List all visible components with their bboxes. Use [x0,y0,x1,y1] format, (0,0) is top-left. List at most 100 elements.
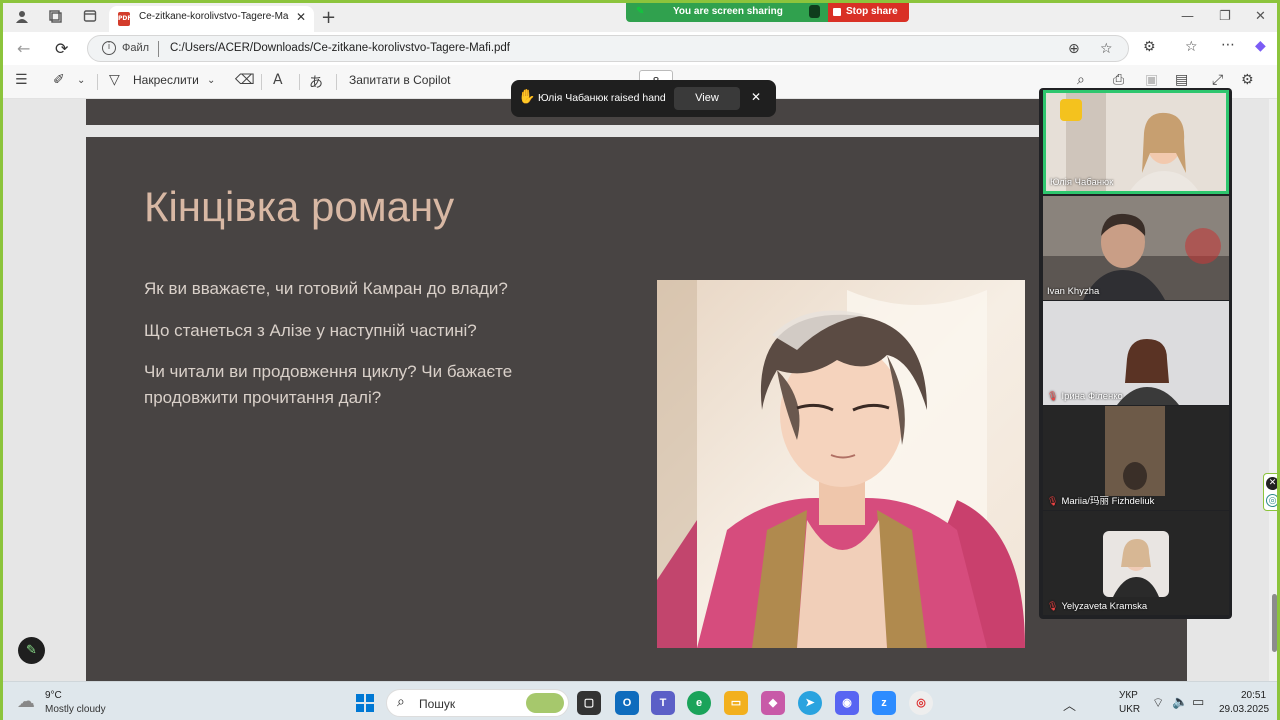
eraser-icon[interactable]: ⌫ [235,72,255,88]
participant-tile[interactable]: Ivan Khyzha [1043,196,1229,300]
participant-name-text: Yelyzaveta Kramska [1061,601,1148,612]
highlight-icon[interactable]: ✐ [53,72,65,88]
battery-icon[interactable]: ▭ [1192,695,1204,710]
view-button[interactable]: View [674,87,740,110]
participant-video [1043,196,1229,300]
clock-time[interactable]: 20:51 [1241,690,1266,701]
participant-name: 🎙 Mariia/玛丽 Fizhdeliuk [1047,493,1154,507]
close-window-icon[interactable]: ✕ [1255,9,1266,24]
side-controls: ✕ ◎ [1263,473,1277,511]
pdf-favicon-icon: PDF [118,12,131,26]
search-icon: ⌕ [397,694,405,710]
show-hidden-icons-icon[interactable]: ︿ [1063,695,1076,714]
info-icon[interactable]: i [102,41,116,55]
weather-description[interactable]: Mostly cloudy [45,704,106,715]
wifi-icon[interactable]: ⌔ [1152,695,1164,711]
print-icon[interactable]: ⎙ [1113,72,1124,88]
volume-icon[interactable]: 🔈 [1172,695,1188,710]
task-view-icon[interactable]: ▢ [577,691,601,715]
share-status-icon: ✎ [636,6,645,17]
draw-button[interactable]: Накреслити [133,73,199,87]
edge-icon[interactable]: e [687,691,711,715]
mic-off-icon: 🎙 [1047,496,1059,506]
new-tab-icon[interactable]: + [321,7,336,28]
tab-pdf[interactable]: PDF Ce-zitkane-korolivstvo-Tagere-Ma ✕ [109,6,314,32]
favorite-star-icon[interactable]: ☆ [1100,41,1113,57]
back-icon[interactable]: ← [17,39,30,58]
edit-pencil-button[interactable]: ✎ [18,637,45,664]
restore-icon[interactable]: ❐ [1219,9,1231,24]
favorites-icon[interactable]: ☆ [1185,39,1198,55]
participant-video [1043,511,1229,615]
vertical-scrollbar[interactable] [1269,99,1277,681]
fullscreen-icon[interactable]: ⤢ [1212,72,1223,88]
start-button[interactable] [356,694,374,712]
screen-share-frame: PDF Ce-zitkane-korolivstvo-Tagere-Ma ✕ +… [0,0,1280,720]
stop-share-button[interactable]: Stop share [828,3,909,22]
minimize-icon[interactable]: — [1181,9,1194,24]
discord-icon[interactable]: ◉ [835,691,859,715]
weather-temperature[interactable]: 9°C [45,690,62,701]
taskbar-search[interactable]: ⌕ Пошук [386,689,569,717]
participant-tile[interactable]: Юлія Чабанюк [1043,90,1229,194]
stop-share-label: Stop share [846,6,898,17]
refresh-icon[interactable]: ⟳ [55,39,68,58]
teams-icon[interactable]: T [651,691,675,715]
tab-title: Ce-zitkane-korolivstvo-Tagere-Ma [139,11,289,22]
language-indicator-top[interactable]: УКР [1119,690,1138,701]
close-tab-icon[interactable]: ✕ [296,10,306,24]
search-highlight-image [526,693,564,713]
outlook-icon[interactable]: O [615,691,639,715]
mic-off-icon: 🎙 [1047,391,1059,401]
scrollbar-thumb[interactable] [1272,594,1277,652]
participants-panel: Юлія Чабанюк Ivan Khyzha 🎙Ірина Філенко [1039,88,1232,619]
highlight-dropdown-icon[interactable]: ⌄ [77,75,85,86]
chrome-icon[interactable]: ◎ [909,691,933,715]
participant-tile[interactable]: 🎙 Yelyzaveta Kramska [1043,511,1229,615]
ask-copilot-button[interactable]: Запитати в Copilot [349,73,451,87]
toolbar-divider [261,74,262,90]
shield-icon [809,5,820,18]
address-bar[interactable]: i Файл C:/Users/ACER/Downloads/Ce-zitkan… [87,35,1129,62]
more-menu-icon[interactable]: ⋯ [1221,37,1235,53]
raised-hand-message: Юлія Чабанюк raised hand [538,92,666,104]
translate-icon[interactable]: あ [309,72,323,92]
telegram-icon[interactable]: ➤ [798,691,822,715]
search-placeholder: Пошук [419,697,456,711]
tab-actions-icon[interactable] [81,9,99,27]
copilot-icon[interactable]: ◆ [1255,38,1266,54]
search-icon[interactable]: ⌕ [1077,72,1085,88]
profile-icon[interactable] [13,9,31,27]
pdf-page-slide: Кінцівка роману Як ви вважаєте, чи готов… [86,137,1187,681]
close-icon[interactable]: ✕ [751,90,761,104]
participant-video [1043,301,1229,405]
collections-icon[interactable] [46,9,64,27]
participant-name-text: Ірина Філенко [1061,391,1123,402]
settings-gear-icon[interactable]: ⚙ [1241,72,1254,88]
draw-icon[interactable]: ▽ [109,72,120,88]
participant-tile[interactable]: 🎙 Ірина Філенко [1043,301,1229,405]
participant-name: Юлія Чабанюк [1050,177,1114,188]
save-as-icon[interactable]: ▤ [1175,72,1188,88]
participant-tile[interactable]: 🎙 Mariia/玛丽 Fizhdeliuk [1043,406,1229,510]
raised-hand-notification: ✋ Юлія Чабанюк raised hand View ✕ [511,80,776,117]
address-url[interactable]: C:/Users/ACER/Downloads/Ce-zitkane-korol… [170,42,510,54]
copilot-app-icon[interactable]: ◆ [761,691,785,715]
zoom-icon[interactable]: ⊕ [1068,41,1080,57]
participant-name: Ivan Khyzha [1047,286,1100,297]
slide-question: Чи читали ви продовження циклу? Чи бажає… [144,362,513,407]
zoom-app-icon[interactable]: z [872,691,896,715]
copy-circle-icon[interactable]: ◎ [1266,494,1277,507]
clock-date[interactable]: 29.03.2025 [1219,704,1269,715]
file-explorer-icon[interactable]: ▭ [724,691,748,715]
close-circle-icon[interactable]: ✕ [1266,477,1277,490]
extensions-icon[interactable]: ⚙ [1143,39,1156,55]
read-aloud-icon[interactable]: A [273,72,283,88]
participant-name: 🎙 Ірина Філенко [1047,391,1123,402]
contents-icon[interactable]: ☰ [15,72,28,88]
cloud-icon: ☁ [17,691,35,712]
draw-dropdown-icon[interactable]: ⌄ [207,75,215,86]
save-icon[interactable]: ▣ [1145,72,1158,88]
language-indicator-bottom[interactable]: UKR [1119,704,1140,715]
stop-icon [833,8,841,16]
